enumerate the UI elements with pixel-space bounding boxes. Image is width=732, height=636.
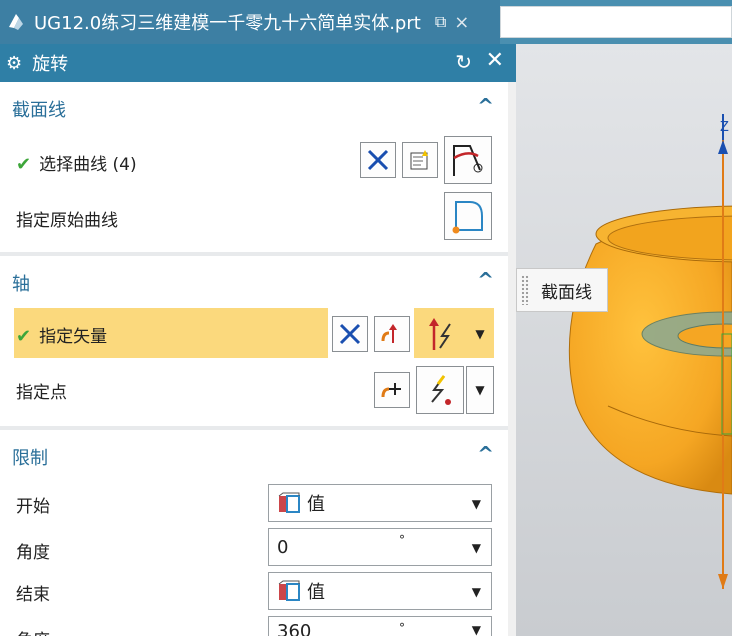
close-dialog-icon[interactable]: ✕ (486, 48, 504, 73)
specify-vector-label: 指定矢量 (39, 327, 108, 347)
reset-icon[interactable]: ↻ (455, 50, 472, 74)
end-mode-value: 值 (307, 582, 325, 603)
inferred-vector-icon (429, 318, 451, 350)
select-curve-row[interactable]: ✔ 选择曲线 (4) (16, 150, 137, 175)
graphics-viewport[interactable]: Z (516, 44, 732, 636)
section-divider (0, 426, 508, 430)
vector-constructor-button[interactable] (374, 316, 410, 352)
origin-curve-button[interactable] (444, 192, 492, 240)
inferred-point-button[interactable] (416, 366, 464, 414)
document-tab[interactable]: UG12.0练习三维建模一千零九十六简单实体.prt ⧉ × (0, 0, 500, 44)
specify-point-label: 指定点 (16, 383, 67, 403)
z-axis-label: Z (720, 120, 729, 135)
dialog-header: ⚙ 旋转 ↻ ✕ (0, 44, 516, 82)
origin-curve-label: 指定原始曲线 (16, 211, 118, 231)
section-divider (0, 252, 508, 256)
dialog-title: 旋转 (32, 54, 69, 75)
origin-curve-icon (452, 201, 483, 234)
chevron-down-icon: ▼ (471, 497, 481, 511)
start-label: 开始 (16, 497, 50, 517)
chevron-down-icon: ▼ (471, 585, 481, 599)
swap-arrows-icon (339, 323, 361, 345)
curve-select-button[interactable] (444, 136, 492, 184)
vector-dropdown[interactable]: ▼ (466, 310, 494, 358)
document-tab-bar: UG12.0练习三维建模一千零九十六简单实体.prt ⧉ × (0, 0, 732, 44)
gear-icon[interactable]: ⚙ (6, 53, 22, 74)
chevron-up-icon[interactable]: ^ (477, 268, 494, 292)
popout-icon[interactable]: ⧉ (435, 12, 446, 32)
check-icon: ✔ (16, 326, 32, 347)
section-title-limits[interactable]: 限制 (12, 444, 48, 470)
section-title-axis[interactable]: 轴 (12, 270, 30, 296)
swap-arrows-icon (367, 149, 389, 171)
start-angle-label: 角度 (16, 543, 50, 563)
start-angle-value: 0 (277, 536, 289, 558)
degree-unit: ° (399, 621, 405, 635)
check-icon: ✔ (16, 154, 32, 175)
dialog-body: 截面线 ^ ✔ 选择曲线 (4) 指定原始曲线 轴 ^ ✔ 指定矢量 ▼ 指定点… (0, 82, 508, 636)
point-dropdown[interactable]: ▼ (466, 366, 494, 414)
inferred-vector-button[interactable] (416, 310, 464, 358)
nx-app-icon (9, 14, 23, 30)
select-curve-label: 选择曲线 (4) (39, 155, 137, 175)
inferred-point-icon (431, 375, 451, 405)
sketch-icon (410, 150, 428, 170)
end-label: 结束 (16, 585, 50, 605)
document-title: UG12.0练习三维建模一千零九十六简单实体.prt (34, 13, 421, 34)
point-constructor-button[interactable] (374, 372, 410, 408)
tooltip-text: 截面线 (541, 282, 592, 303)
tooltip: 截面线 (516, 268, 608, 312)
tab-empty-area (500, 6, 732, 38)
close-tab-icon[interactable]: × (454, 12, 469, 33)
sketch-button[interactable] (402, 142, 438, 178)
chevron-down-icon: ▼ (471, 623, 481, 636)
value-mode-icon (278, 580, 300, 601)
end-angle-input[interactable]: 360 ° ▼ (268, 616, 492, 636)
point-constructor-icon (381, 383, 401, 398)
grip-handle-icon[interactable] (521, 275, 529, 305)
chevron-up-icon[interactable]: ^ (477, 94, 494, 118)
curve-icon (453, 145, 483, 176)
start-mode-value: 值 (307, 494, 325, 515)
revolved-solid-preview (568, 114, 732, 589)
start-angle-input[interactable]: 0 ° ▼ (268, 528, 492, 566)
section-title-curve[interactable]: 截面线 (12, 96, 66, 122)
value-mode-icon (278, 492, 300, 513)
reverse-direction-button[interactable] (360, 142, 396, 178)
end-angle-label: 角度 (16, 626, 50, 636)
vector-constructor-icon (381, 324, 397, 343)
chevron-down-icon: ▼ (471, 541, 481, 555)
end-angle-value: 360 (277, 621, 312, 636)
end-mode-select[interactable]: 值 ▼ (268, 572, 492, 610)
start-mode-select[interactable]: 值 ▼ (268, 484, 492, 522)
reverse-vector-button[interactable] (332, 316, 368, 352)
specify-vector-row[interactable]: ✔ 指定矢量 (16, 322, 107, 347)
chevron-up-icon[interactable]: ^ (477, 442, 494, 466)
degree-unit: ° (399, 533, 405, 547)
